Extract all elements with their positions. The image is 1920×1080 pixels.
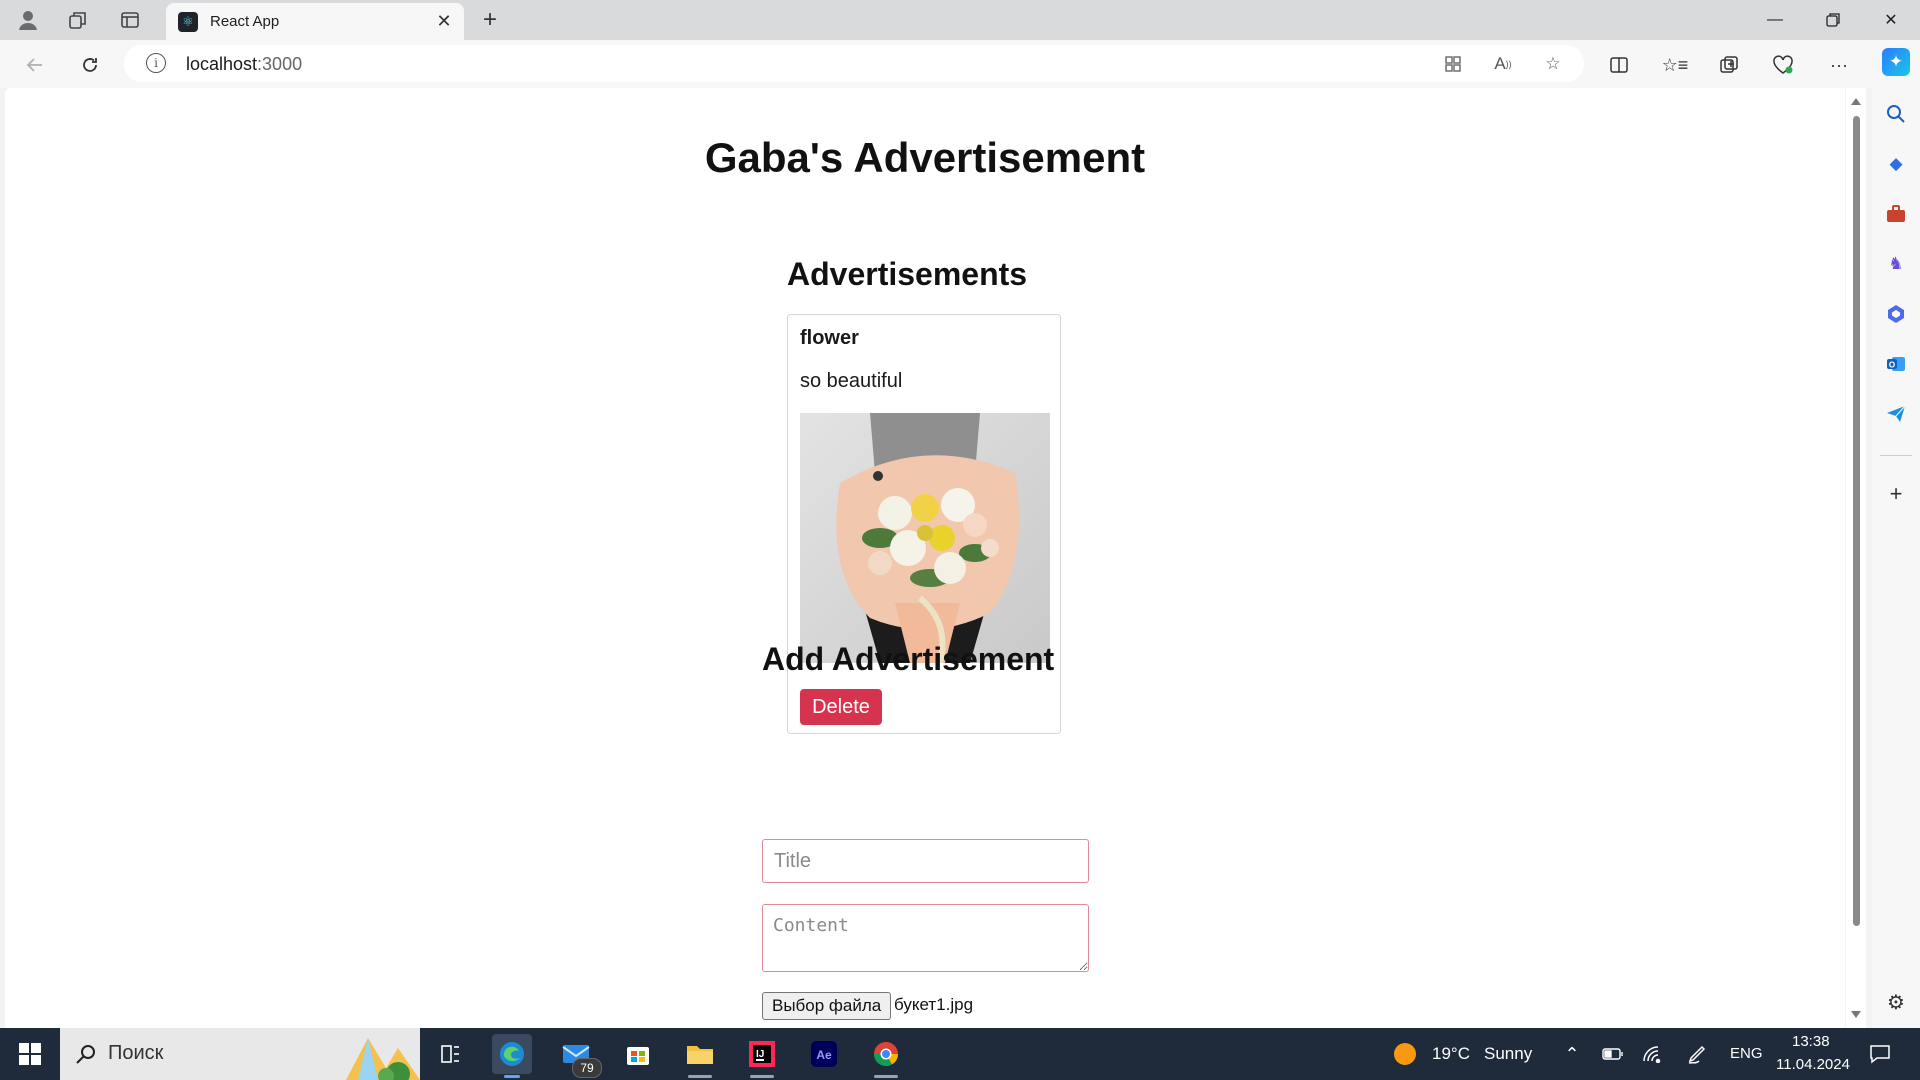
shopping-tag-icon[interactable]: ◆ <box>1882 150 1910 178</box>
more-options-icon[interactable]: ··· <box>1824 50 1854 80</box>
read-aloud-icon[interactable]: A)) <box>1488 49 1518 79</box>
ad-image <box>800 413 1050 663</box>
taskbar-search[interactable]: Поиск <box>60 1028 420 1080</box>
ad-title: flower <box>800 327 859 349</box>
add-plus-icon[interactable]: + <box>1882 480 1910 508</box>
profile-icon[interactable] <box>14 6 42 34</box>
browser-toolbar: i localhost:3000 A)) ☆ ☆≡ ··· <box>0 40 1920 88</box>
choose-file-button[interactable]: Выбор файла <box>762 992 892 1020</box>
chrome-icon[interactable] <box>866 1034 906 1078</box>
app-available-icon[interactable] <box>1438 49 1468 79</box>
edge-taskbar-icon[interactable] <box>492 1034 532 1078</box>
browser-tab-bar: ⚛ React App ✕ + — ✕ <box>0 0 1920 40</box>
page-viewport: Gaba's Advertisement Advertisements flow… <box>5 88 1845 1028</box>
sidebar-divider <box>1880 455 1912 456</box>
weather-temperature[interactable]: 19°C <box>1432 1044 1470 1064</box>
scroll-thumb[interactable] <box>1853 116 1860 926</box>
running-indicator <box>750 1075 774 1078</box>
running-indicator <box>688 1075 712 1078</box>
copilot-icon[interactable]: ✦ <box>1882 48 1910 76</box>
advertisements-heading: Advertisements <box>787 256 1028 292</box>
tab-title: React App <box>210 13 280 30</box>
url-text[interactable]: localhost:3000 <box>186 54 302 75</box>
back-arrow-icon[interactable] <box>20 50 50 80</box>
favorite-star-icon[interactable]: ☆ <box>1538 49 1568 79</box>
wifi-icon[interactable] <box>1640 1042 1666 1066</box>
running-indicator <box>874 1075 898 1078</box>
windows-logo-icon <box>19 1043 41 1065</box>
bouquet-photo-icon <box>800 413 1050 663</box>
svg-text:IJ: IJ <box>756 1049 764 1060</box>
scroll-down-arrow-icon[interactable] <box>1851 1011 1861 1018</box>
input-language[interactable]: ENG <box>1730 1045 1763 1062</box>
send-drop-icon[interactable] <box>1882 400 1910 428</box>
search-placeholder: Поиск <box>108 1042 164 1064</box>
address-bar[interactable]: i localhost:3000 A)) ☆ <box>124 45 1584 82</box>
vertical-tabs-icon[interactable] <box>116 6 144 34</box>
windows-taskbar: Поиск 79 IJ Ae 19°C Sunny ⌃ ENG 13:38 11… <box>0 1028 1920 1080</box>
workspaces-icon[interactable] <box>64 6 92 34</box>
split-screen-icon[interactable] <box>1604 50 1634 80</box>
notifications-icon[interactable] <box>1866 1041 1894 1067</box>
battery-icon[interactable] <box>1600 1042 1626 1066</box>
tools-briefcase-icon[interactable] <box>1882 200 1910 228</box>
chevron-up-icon[interactable]: ⌃ <box>1560 1042 1584 1066</box>
close-window-button[interactable]: ✕ <box>1864 0 1918 40</box>
intellij-idea-icon[interactable]: IJ <box>742 1034 782 1078</box>
mail-icon[interactable]: 79 <box>556 1034 602 1078</box>
browser-essentials-icon[interactable] <box>1768 50 1798 80</box>
microsoft-365-icon[interactable] <box>1882 300 1910 328</box>
weather-condition[interactable]: Sunny <box>1484 1044 1532 1064</box>
title-input[interactable] <box>762 839 1089 883</box>
search-icon[interactable] <box>1882 100 1910 128</box>
react-icon: ⚛ <box>178 12 198 32</box>
ad-content: so beautiful <box>800 370 903 392</box>
content-textarea[interactable] <box>762 904 1089 972</box>
app-title: Gaba's Advertisement <box>704 134 1146 181</box>
delete-button[interactable]: Delete <box>800 689 882 725</box>
svg-text:Ae: Ae <box>816 1048 832 1062</box>
refresh-icon[interactable] <box>75 50 105 80</box>
clock-time[interactable]: 13:38 <box>1792 1033 1830 1050</box>
browser-tab-active[interactable]: ⚛ React App ✕ <box>166 3 464 40</box>
search-highlight-icon <box>328 1028 420 1080</box>
selected-file-name: букет1.jpg <box>894 995 974 1014</box>
restore-button[interactable] <box>1806 0 1860 40</box>
start-button[interactable] <box>0 1028 60 1080</box>
active-indicator <box>504 1075 520 1078</box>
collections-icon[interactable] <box>1714 50 1744 80</box>
pen-icon[interactable] <box>1684 1042 1710 1066</box>
microsoft-store-icon[interactable] <box>618 1034 658 1074</box>
scroll-up-arrow-icon[interactable] <box>1851 98 1861 105</box>
edge-sidebar: ✦ ◆ ♞ O + ⚙ <box>1872 48 1920 1028</box>
outlook-icon[interactable]: O <box>1882 350 1910 378</box>
add-advertisement-heading: Add Advertisement <box>762 641 1055 677</box>
close-tab-icon[interactable]: ✕ <box>432 9 456 33</box>
settings-gear-icon[interactable]: ⚙ <box>1882 988 1910 1016</box>
search-icon <box>76 1045 95 1064</box>
clock-date[interactable]: 11.04.2024 <box>1776 1056 1850 1073</box>
new-tab-button[interactable]: + <box>476 6 504 34</box>
games-chess-icon[interactable]: ♞ <box>1882 250 1910 278</box>
file-explorer-icon[interactable] <box>680 1034 720 1078</box>
after-effects-icon[interactable]: Ae <box>804 1034 844 1074</box>
page-scrollbar[interactable] <box>1846 88 1866 1028</box>
task-view-icon[interactable] <box>430 1034 470 1074</box>
favorites-icon[interactable]: ☆≡ <box>1660 50 1690 80</box>
site-info-icon[interactable]: i <box>146 53 166 73</box>
mail-unread-badge: 79 <box>572 1058 602 1078</box>
minimize-button[interactable]: — <box>1748 0 1802 40</box>
weather-sun-icon[interactable] <box>1392 1041 1418 1067</box>
svg-text:O: O <box>1889 361 1895 370</box>
